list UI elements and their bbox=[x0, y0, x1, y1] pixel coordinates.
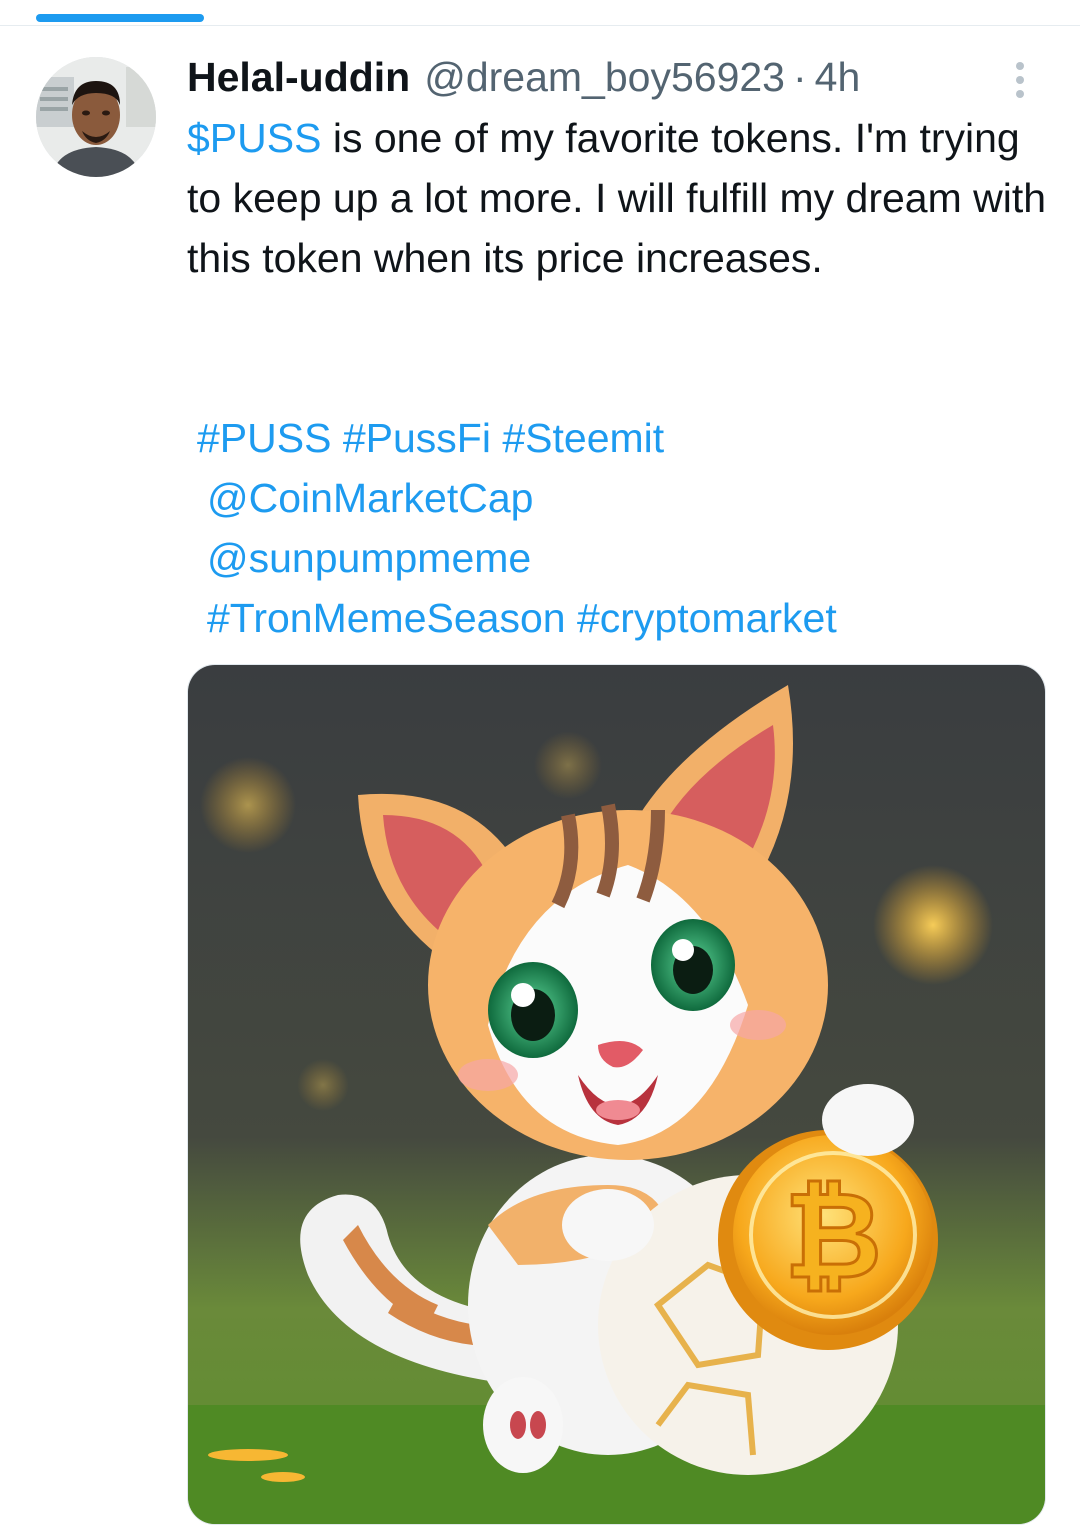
tweet-header: Helal-uddin @dream_boy56923 · 4h bbox=[187, 52, 860, 102]
header-separator: · bbox=[792, 53, 807, 100]
hashtag-link[interactable]: #PUSS bbox=[197, 415, 331, 461]
cashtag-link[interactable]: $PUSS bbox=[187, 115, 321, 161]
tags-line-3: @sunpumpmeme bbox=[197, 528, 1057, 588]
header-divider bbox=[0, 25, 1080, 26]
tags-line-1: #PUSS #PussFi #Steemit bbox=[197, 408, 1057, 468]
hashtag-link[interactable]: #Steemit bbox=[502, 415, 664, 461]
user-photo-icon bbox=[36, 57, 156, 177]
bitcoin-symbol-icon: ₿ bbox=[784, 1167, 882, 1306]
hashtag-link[interactable]: #PussFi bbox=[343, 415, 491, 461]
author-handle[interactable]: @dream_boy56923 bbox=[424, 54, 785, 101]
hashtag-link[interactable]: #TronMemeSeason bbox=[207, 595, 566, 641]
mention-link[interactable]: @CoinMarketCap bbox=[207, 475, 533, 521]
cartoon-kitten-with-bitcoin-coin-image: ₿ bbox=[188, 665, 1045, 1524]
hashtag-link[interactable]: #cryptomarket bbox=[577, 595, 837, 641]
tweet-text: $PUSS is one of my favorite tokens. I'm … bbox=[187, 108, 1047, 288]
tweet-tags: #PUSS #PussFi #Steemit @CoinMarketCap @s… bbox=[197, 408, 1057, 648]
tab-active-indicator bbox=[36, 14, 204, 22]
author-display-name[interactable]: Helal-uddin bbox=[187, 54, 410, 101]
more-vertical-icon[interactable] bbox=[1004, 58, 1036, 102]
avatar[interactable] bbox=[36, 57, 156, 177]
mention-link[interactable]: @sunpumpmeme bbox=[207, 535, 531, 581]
tags-line-4: #TronMemeSeason #cryptomarket bbox=[197, 588, 1057, 648]
tags-line-2: @CoinMarketCap bbox=[197, 468, 1057, 528]
tweet-timestamp[interactable]: 4h bbox=[815, 54, 861, 101]
tweet-media-image[interactable]: ₿ bbox=[187, 664, 1046, 1525]
